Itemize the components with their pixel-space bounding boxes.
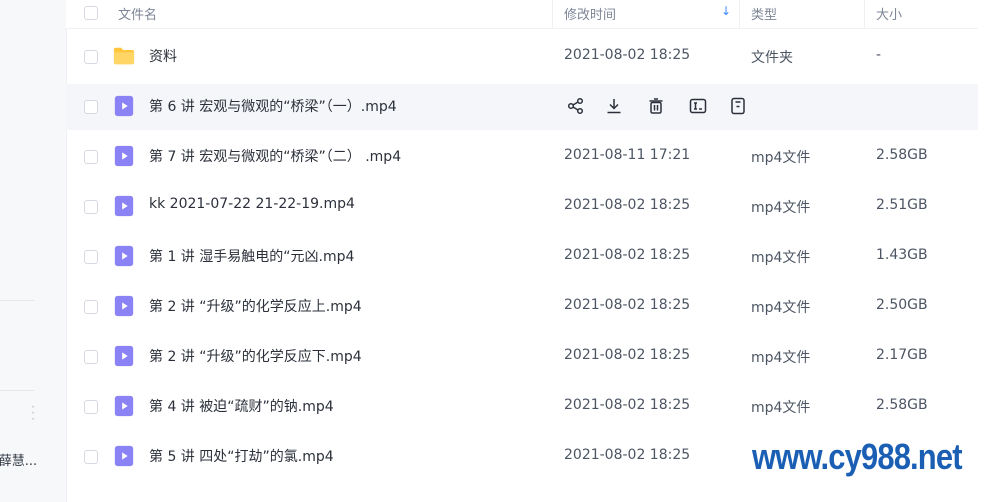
file-size: 2.51GB (876, 197, 928, 213)
rename-icon[interactable] (686, 94, 710, 118)
file-list-header: 文件名 修改时间 ↓ 类型 大小 (66, 0, 978, 29)
row-checkbox[interactable] (84, 150, 98, 164)
file-modified-date: 2021-08-02 18:25 (564, 447, 691, 463)
more-vertical-icon[interactable]: · · · (30, 401, 36, 425)
file-size: - (876, 47, 882, 63)
video-file-icon (114, 395, 134, 417)
sidebar: ··· -薛慧... (0, 0, 67, 502)
video-file-icon (114, 345, 134, 367)
file-name[interactable]: 第 2 讲 “升级”的化学反应上.mp4 (149, 296, 362, 316)
column-header-type[interactable]: 类型 (751, 4, 777, 23)
row-checkbox[interactable] (84, 250, 98, 264)
file-size: 2.58GB (876, 147, 928, 163)
file-name[interactable]: 第 4 讲 被迫“疏财”的钠.mp4 (149, 396, 334, 416)
file-modified-date: 2021-08-02 18:25 (564, 47, 691, 63)
row-checkbox[interactable] (84, 50, 98, 64)
file-type: mp4文件 (751, 300, 811, 316)
sidebar-user-name[interactable]: -薛慧... (0, 450, 66, 469)
share-icon[interactable] (564, 94, 588, 118)
column-divider (552, 0, 553, 28)
file-size: 2.50GB (876, 297, 928, 313)
file-name[interactable]: 资料 (149, 46, 177, 66)
select-all-checkbox[interactable] (84, 6, 98, 20)
row-checkbox[interactable] (84, 450, 98, 464)
sidebar-divider (0, 300, 34, 301)
row-checkbox[interactable] (84, 200, 98, 214)
video-file-icon (114, 195, 134, 217)
file-modified-date: 2021-08-02 18:25 (564, 397, 691, 413)
file-name[interactable]: 第 2 讲 “升级”的化学反应下.mp4 (149, 346, 362, 366)
table-row[interactable]: kk 2021-07-22 21-22-19.mp4 2021-08-02 18… (66, 184, 978, 230)
file-size: 2.17GB (876, 347, 928, 363)
table-row-hovered[interactable]: 第 6 讲 宏观与微观的“桥梁”（一）.mp4 (66, 84, 978, 130)
video-file-icon (114, 95, 134, 117)
sidebar-divider (0, 390, 34, 391)
file-size: 2.58GB (876, 397, 928, 413)
file-modified-date: 2021-08-02 18:25 (564, 297, 691, 313)
row-checkbox[interactable] (84, 350, 98, 364)
column-header-name[interactable]: 文件名 (118, 4, 157, 23)
delete-icon[interactable] (644, 94, 668, 118)
row-checkbox[interactable] (84, 300, 98, 314)
file-name[interactable]: 第 6 讲 宏观与微观的“桥梁”（一）.mp4 (149, 96, 397, 116)
file-name[interactable]: 第 5 讲 四处“打劫”的氯.mp4 (149, 446, 334, 466)
file-name[interactable]: kk 2021-07-22 21-22-19.mp4 (149, 196, 355, 212)
table-row[interactable]: 第 1 讲 湿手易触电的“元凶.mp4 2021-08-02 18:25 mp4… (66, 234, 978, 280)
file-type: mp4文件 (751, 150, 811, 166)
more-icon[interactable] (726, 94, 750, 118)
column-divider (739, 0, 740, 28)
file-type: mp4文件 (751, 350, 811, 366)
table-row[interactable]: 第 7 讲 宏观与微观的“桥梁”（二） .mp4 2021-08-11 17:2… (66, 134, 978, 180)
file-name[interactable]: 第 1 讲 湿手易触电的“元凶.mp4 (149, 246, 354, 266)
file-type: mp4文件 (751, 250, 811, 266)
table-row[interactable]: 第 2 讲 “升级”的化学反应上.mp4 2021-08-02 18:25 mp… (66, 284, 978, 330)
column-divider (864, 0, 865, 28)
download-icon[interactable] (602, 94, 626, 118)
table-row[interactable]: 第 4 讲 被迫“疏财”的钠.mp4 2021-08-02 18:25 mp4文… (66, 384, 978, 430)
column-header-date[interactable]: 修改时间 (564, 4, 616, 23)
sort-down-arrow-icon[interactable]: ↓ (721, 4, 731, 18)
file-modified-date: 2021-08-02 18:25 (564, 247, 691, 263)
row-checkbox[interactable] (84, 100, 98, 114)
video-file-icon (114, 445, 134, 467)
table-row[interactable]: 第 2 讲 “升级”的化学反应下.mp4 2021-08-02 18:25 mp… (66, 334, 978, 380)
video-file-icon (114, 245, 134, 267)
folder-icon (113, 47, 135, 65)
column-header-size[interactable]: 大小 (876, 4, 902, 23)
file-modified-date: 2021-08-02 18:25 (564, 197, 691, 213)
watermark: www.cy988.net (752, 436, 963, 477)
file-modified-date: 2021-08-11 17:21 (564, 147, 691, 163)
row-checkbox[interactable] (84, 400, 98, 414)
file-size: 1.43GB (876, 247, 928, 263)
file-name[interactable]: 第 7 讲 宏观与微观的“桥梁”（二） .mp4 (149, 146, 401, 166)
file-list: 文件名 修改时间 ↓ 类型 大小 资料 2021-08-02 18:25 文件夹… (66, 0, 996, 502)
file-type: mp4文件 (751, 400, 811, 416)
file-modified-date: 2021-08-02 18:25 (564, 347, 691, 363)
file-type: 文件夹 (751, 50, 793, 66)
video-file-icon (114, 145, 134, 167)
table-row-folder[interactable]: 资料 2021-08-02 18:25 文件夹 - (66, 34, 978, 80)
file-type: mp4文件 (751, 200, 811, 216)
video-file-icon (114, 295, 134, 317)
